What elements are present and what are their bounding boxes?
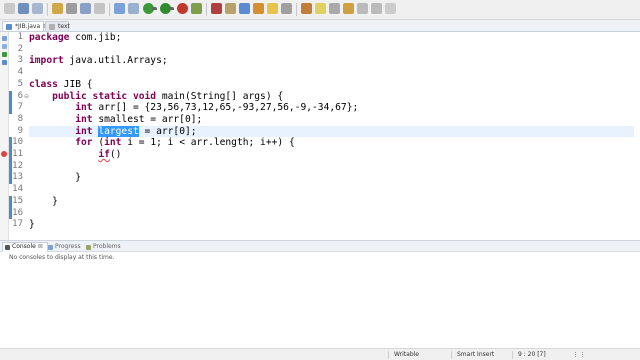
status-writable: Writable: [394, 351, 419, 358]
line-number: 8: [17, 113, 23, 124]
bottom-panel: Console ⊠ Progress Problems No consoles t…: [0, 240, 640, 348]
status-separator: [388, 351, 389, 359]
view-tabbar: Console ⊠ Progress Problems: [0, 241, 640, 252]
code-editor[interactable]: package com.jib; import java.util.Arrays…: [29, 32, 634, 240]
print-icon[interactable]: [52, 3, 63, 14]
line-number: 9: [17, 125, 23, 136]
code-line-current: int largest = arr[0];: [29, 125, 634, 138]
new-package-icon[interactable]: [225, 3, 236, 14]
java-file-icon: [6, 24, 12, 30]
new-java-project-icon[interactable]: [211, 3, 222, 14]
annotation-icon[interactable]: [301, 3, 312, 14]
code-line: for (int i = 1; i < arr.length; i++) {: [75, 137, 295, 149]
line-number: 14: [12, 184, 23, 195]
code-line: int smallest = arr[0];: [75, 113, 203, 125]
toolbar-separator: [47, 3, 48, 16]
show-whitespace-icon[interactable]: [329, 3, 340, 14]
line-number: 6: [17, 90, 23, 101]
line-number: 16: [12, 207, 23, 218]
tab-console[interactable]: Console ⊠: [2, 242, 48, 252]
back-icon[interactable]: [371, 3, 382, 14]
code-line: }: [29, 219, 35, 231]
status-bar: Writable Smart Insert 9 : 20 [7]: [0, 348, 640, 360]
tab-label: text: [58, 23, 70, 30]
line-number: 12: [12, 160, 23, 171]
status-separator: [512, 351, 513, 359]
code-line: if(): [98, 149, 122, 160]
dropdown-icon[interactable]: [169, 7, 174, 12]
last-edit-icon[interactable]: [357, 3, 368, 14]
line-number: 17: [12, 219, 23, 230]
code-line: class JIB {: [29, 78, 93, 90]
status-cursor-position: 9 : 20 [7]: [518, 351, 546, 358]
line-number: 1: [17, 32, 23, 42]
new-file-icon[interactable]: [4, 3, 15, 14]
open-task-icon[interactable]: [267, 3, 278, 14]
line-number: 5: [17, 78, 23, 89]
tab-progress[interactable]: Progress: [46, 243, 81, 252]
tab-problems[interactable]: Problems: [84, 243, 121, 252]
console-icon: [5, 244, 10, 250]
code-line: import java.util.Arrays;: [29, 55, 168, 67]
line-number: 11: [12, 149, 23, 159]
dropdown-icon[interactable]: [152, 7, 157, 12]
terminal-icon[interactable]: [66, 3, 77, 14]
task-icon[interactable]: [80, 3, 91, 14]
mark-occurrences-icon[interactable]: [315, 3, 326, 14]
line-number: 4: [17, 67, 23, 78]
status-separator: [451, 351, 452, 359]
selected-text[interactable]: largest: [98, 125, 139, 137]
line-number: 3: [17, 55, 23, 66]
external-tools-icon[interactable]: [191, 3, 202, 14]
open-type-icon[interactable]: [253, 3, 264, 14]
line-number: 13: [12, 172, 23, 183]
code-line: public static void main(String[] args) {: [52, 90, 284, 102]
problems-icon: [86, 244, 91, 250]
tab-text[interactable]: text: [45, 21, 70, 31]
code-line: package com.jib;: [29, 32, 122, 43]
line-number-gutter: 1 2 3 4 5 6 7 8 9 10 11 12 13 14 15 16 1…: [10, 32, 26, 240]
new-class-icon[interactable]: [239, 3, 250, 14]
status-insert-mode: Smart Insert: [457, 351, 495, 358]
coverage-icon[interactable]: [177, 3, 188, 14]
status-grip-icon: [575, 352, 583, 357]
perspective-icon[interactable]: [128, 3, 139, 14]
line-number: 2: [17, 43, 23, 54]
editor-tabbar: *JIB.java⊠ text: [0, 20, 640, 32]
progress-icon: [48, 244, 53, 250]
next-annotation-icon[interactable]: [343, 3, 354, 14]
forward-icon[interactable]: [385, 3, 396, 14]
text-file-icon: [49, 24, 55, 30]
line-number: 7: [17, 102, 23, 113]
console-message: No consoles to display at this time.: [9, 254, 115, 261]
save-all-icon[interactable]: [32, 3, 43, 14]
search-icon[interactable]: [281, 3, 292, 14]
save-icon[interactable]: [18, 3, 29, 14]
toolbar-separator: [206, 3, 207, 16]
line-number: 15: [12, 195, 23, 206]
code-line: int arr[] = {23,56,73,12,65,-93,27,56,-9…: [75, 102, 359, 114]
toggle-icon[interactable]: [94, 3, 105, 14]
code-line: }: [29, 172, 81, 184]
code-line: }: [29, 195, 58, 207]
tab-label: *JIB.java: [15, 23, 41, 30]
skip-breakpoints-icon[interactable]: [114, 3, 125, 14]
toolbar-separator: [109, 3, 110, 16]
close-icon[interactable]: ⊠: [38, 243, 43, 250]
main-toolbar: [0, 0, 640, 20]
line-number: 10: [12, 137, 23, 148]
toolbar-separator: [296, 3, 297, 16]
tab-jib-java[interactable]: *JIB.java⊠: [2, 21, 48, 31]
